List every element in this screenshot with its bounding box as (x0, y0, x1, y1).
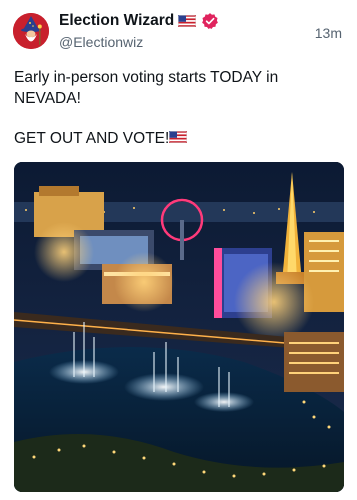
post-text-line: NEVADA! (14, 90, 81, 107)
us-flag-icon (178, 15, 196, 27)
post-text-line: Early in-person voting starts TODAY in (14, 69, 279, 86)
post-timestamp[interactable]: 13m (315, 25, 342, 41)
author-handle[interactable]: @Electionwiz (59, 34, 143, 50)
wizard-avatar-icon[interactable] (13, 13, 49, 49)
las-vegas-strip-photo[interactable] (14, 162, 344, 492)
us-flag-icon (169, 131, 187, 143)
post-card[interactable]: Election Wizard @Electionwiz 13m Early i… (0, 0, 357, 500)
verified-badge-icon (202, 13, 218, 29)
author-display-name[interactable]: Election Wizard (59, 12, 174, 30)
post-text-line: GET OUT AND VOTE! (14, 130, 170, 147)
